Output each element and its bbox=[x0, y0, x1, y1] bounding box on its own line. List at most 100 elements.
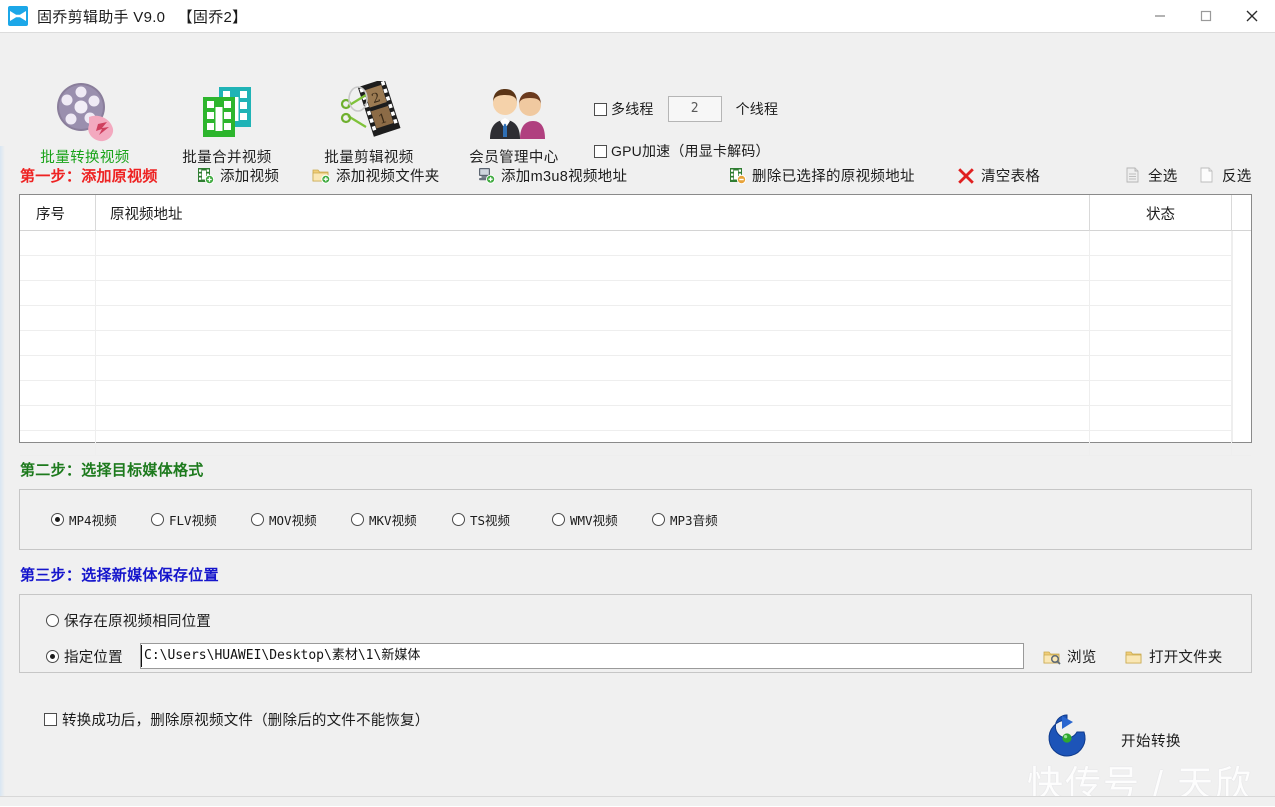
step3-title: 第三步：选择新媒体保存位置 bbox=[20, 567, 219, 584]
format-label-mp3: MP3音频 bbox=[670, 513, 718, 528]
add-video-icon bbox=[196, 166, 215, 185]
folder-search-icon bbox=[1043, 648, 1061, 666]
save-same-location-label: 保存在原视频相同位置 bbox=[64, 614, 211, 630]
step1-toolbar: 第一步：添加原视频 添加视频 添加视频文件夹 添加m3u8视频地址 删除已选择的… bbox=[0, 160, 1275, 190]
add-video-button[interactable]: 添加视频 bbox=[196, 160, 279, 190]
app-window: 固乔剪辑助手 V9.0 【固乔2】 批量转换视频 批量合并视频 2 1 批量剪辑… bbox=[0, 0, 1275, 806]
close-icon[interactable] bbox=[1229, 0, 1275, 33]
format-option-mov[interactable]: MOV视频 bbox=[251, 510, 317, 529]
format-option-mp3[interactable]: MP3音频 bbox=[652, 510, 718, 529]
start-convert-label: 开始转换 bbox=[1121, 734, 1181, 750]
add-m3u8-icon bbox=[477, 166, 496, 184]
add-m3u8-button[interactable]: 添加m3u8视频地址 bbox=[477, 160, 627, 190]
table-row[interactable] bbox=[20, 231, 1251, 256]
tool-batch-merge[interactable]: 批量合并视频 bbox=[161, 77, 293, 167]
select-all-button[interactable]: 全选 bbox=[1124, 160, 1178, 190]
table-row[interactable] bbox=[20, 431, 1251, 456]
title-bar: 固乔剪辑助手 V9.0 【固乔2】 bbox=[0, 0, 1275, 33]
add-m3u8-label: 添加m3u8视频地址 bbox=[501, 168, 628, 185]
format-label-mov: MOV视频 bbox=[269, 513, 317, 528]
table-row[interactable] bbox=[20, 281, 1251, 306]
format-label-wmv: WMV视频 bbox=[570, 513, 618, 528]
multithread-label: 多线程 bbox=[611, 101, 654, 117]
radio-ts[interactable] bbox=[452, 513, 465, 526]
format-label-mkv: MKV视频 bbox=[369, 513, 417, 528]
maximize-icon[interactable] bbox=[1183, 0, 1229, 33]
table-header-row: 序号 原视频地址 状态 bbox=[20, 195, 1251, 231]
radio-custom-location[interactable] bbox=[46, 650, 59, 663]
tool-batch-edit[interactable]: 2 1 批量剪辑视频 bbox=[303, 77, 435, 167]
step1-title: 第一步：添加原视频 bbox=[20, 167, 158, 185]
select-all-icon bbox=[1124, 166, 1142, 184]
bowtie-app-icon bbox=[8, 6, 28, 26]
tool-member-center[interactable]: 会员管理中心 bbox=[448, 77, 580, 167]
multithread-row: 多线程 2 个线程 bbox=[594, 96, 778, 122]
save-custom-location-label: 指定位置 bbox=[64, 650, 123, 666]
film-reel-icon bbox=[19, 77, 151, 143]
merge-video-icon bbox=[161, 77, 293, 143]
format-label-ts: TS视频 bbox=[470, 513, 511, 528]
remove-video-icon bbox=[728, 166, 747, 185]
open-folder-label: 打开文件夹 bbox=[1149, 650, 1223, 666]
window-title: 固乔剪辑助手 V9.0 【固乔2】 bbox=[37, 8, 248, 26]
table-body[interactable] bbox=[20, 231, 1251, 456]
radio-mov[interactable] bbox=[251, 513, 264, 526]
clear-table-label: 清空表格 bbox=[981, 168, 1041, 185]
window-controls bbox=[1137, 0, 1275, 33]
table-vertical-scrollbar[interactable] bbox=[1232, 231, 1251, 442]
format-label-mp4: MP4视频 bbox=[69, 513, 117, 528]
column-header-status: 状态 bbox=[1089, 195, 1231, 231]
radio-same-location[interactable] bbox=[46, 614, 59, 627]
table-row[interactable] bbox=[20, 356, 1251, 381]
add-folder-icon bbox=[312, 166, 331, 184]
save-custom-location-option[interactable]: 指定位置 bbox=[46, 646, 123, 667]
column-header-index: 序号 bbox=[36, 206, 65, 223]
table-row[interactable] bbox=[20, 256, 1251, 281]
thread-count-input[interactable]: 2 bbox=[667, 96, 722, 122]
thread-unit-label: 个线程 bbox=[735, 101, 779, 117]
save-path-input[interactable]: C:\Users\HUAWEI\Desktop\素材\1\新媒体 bbox=[140, 643, 1024, 669]
format-option-flv[interactable]: FLV视频 bbox=[151, 510, 217, 529]
clear-table-button[interactable]: 清空表格 bbox=[957, 160, 1040, 190]
radio-mp4[interactable] bbox=[51, 513, 64, 526]
save-same-location-option[interactable]: 保存在原视频相同位置 bbox=[46, 610, 211, 631]
folder-icon bbox=[1125, 648, 1143, 666]
film-strip-scissors-icon: 2 1 bbox=[303, 77, 435, 143]
remove-selected-button[interactable]: 删除已选择的原视频地址 bbox=[728, 160, 915, 190]
format-option-mkv[interactable]: MKV视频 bbox=[351, 510, 417, 529]
radio-flv[interactable] bbox=[151, 513, 164, 526]
format-option-mp4[interactable]: MP4视频 bbox=[51, 510, 117, 529]
tool-batch-convert[interactable]: 批量转换视频 bbox=[19, 77, 151, 167]
open-folder-button[interactable]: 打开文件夹 bbox=[1125, 646, 1223, 667]
delete-after-convert-checkbox[interactable] bbox=[44, 713, 57, 726]
step2-title: 第二步：选择目标媒体格式 bbox=[20, 462, 204, 479]
format-label-flv: FLV视频 bbox=[169, 513, 217, 528]
add-folder-label: 添加视频文件夹 bbox=[336, 168, 440, 185]
invert-selection-button[interactable]: 反选 bbox=[1198, 160, 1252, 190]
radio-mp3[interactable] bbox=[652, 513, 665, 526]
delete-after-convert-row[interactable]: 转换成功后，删除原视频文件（删除后的文件不能恢复） bbox=[44, 709, 430, 730]
radio-mkv[interactable] bbox=[351, 513, 364, 526]
table-row[interactable] bbox=[20, 381, 1251, 406]
gpu-checkbox[interactable] bbox=[594, 144, 607, 158]
video-list-table[interactable]: 序号 原视频地址 状态 bbox=[19, 194, 1252, 456]
minimize-icon[interactable] bbox=[1137, 0, 1183, 33]
browse-button[interactable]: 浏览 bbox=[1043, 646, 1096, 667]
multithread-checkbox[interactable] bbox=[594, 102, 607, 116]
invert-selection-icon bbox=[1198, 166, 1216, 184]
table-row[interactable] bbox=[20, 406, 1251, 431]
format-option-ts[interactable]: TS视频 bbox=[452, 510, 510, 529]
main-toolbar: 批量转换视频 批量合并视频 2 1 批量剪辑视频 会员管理中心 多线程 2 个线… bbox=[0, 33, 1275, 166]
column-header-spacer bbox=[1231, 195, 1251, 231]
radio-wmv[interactable] bbox=[552, 513, 565, 526]
table-row[interactable] bbox=[20, 306, 1251, 331]
add-video-label: 添加视频 bbox=[220, 168, 280, 185]
gpu-label: GPU加速（用显卡解码） bbox=[611, 143, 770, 159]
add-folder-button[interactable]: 添加视频文件夹 bbox=[312, 160, 440, 190]
invert-selection-label: 反选 bbox=[1222, 168, 1252, 185]
clear-table-icon bbox=[957, 166, 975, 184]
bottom-strip bbox=[0, 796, 1275, 806]
format-panel: MP4视频 FLV视频 MOV视频 MKV视频 TS视频 WMV视频 MP3音频 bbox=[19, 489, 1252, 550]
table-row[interactable] bbox=[20, 331, 1251, 356]
format-option-wmv[interactable]: WMV视频 bbox=[552, 510, 618, 529]
